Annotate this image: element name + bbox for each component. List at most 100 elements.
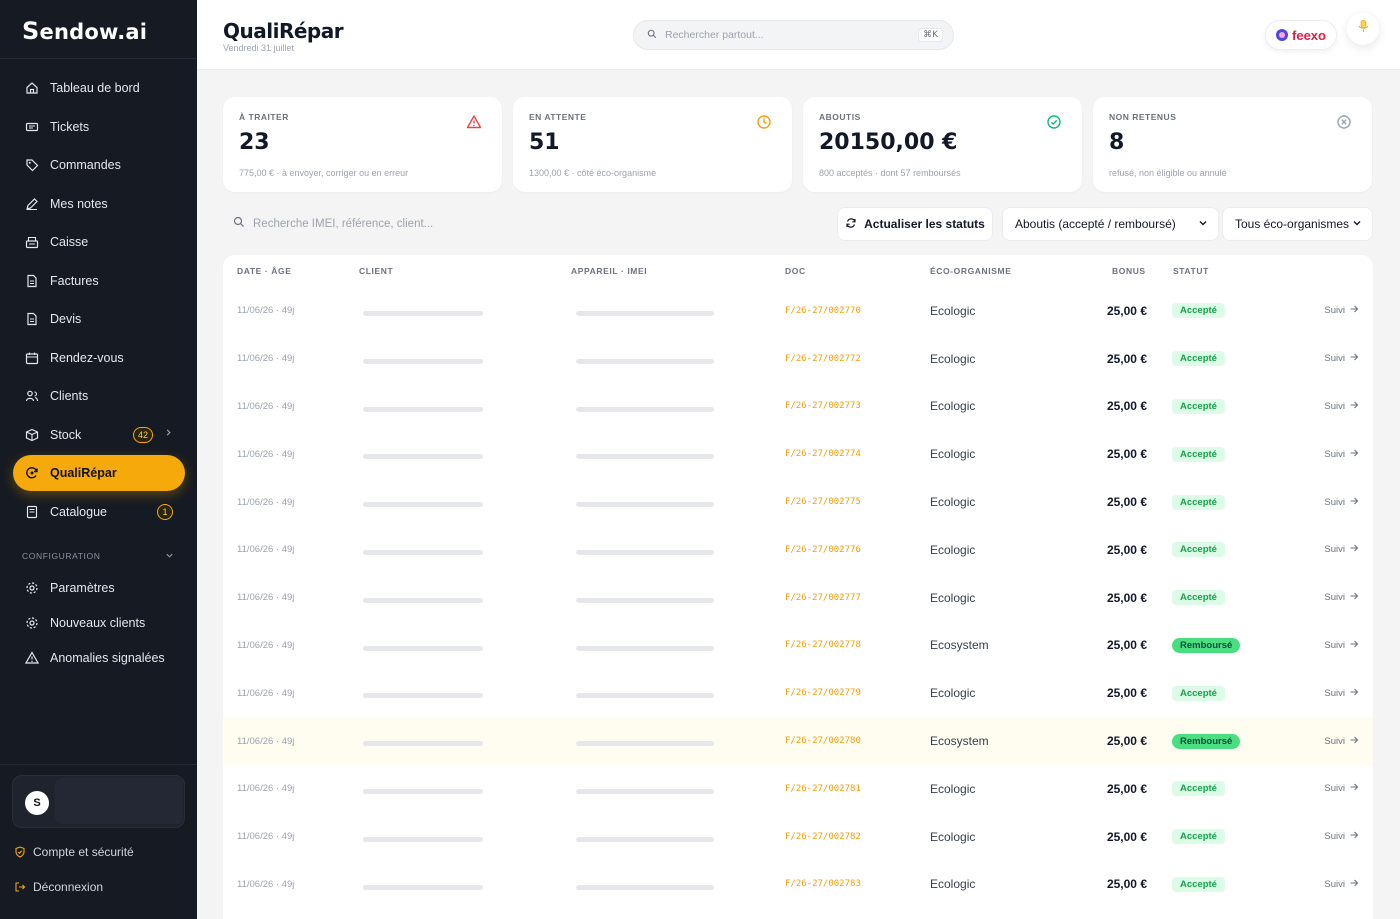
sidebar-item-qualirepar[interactable]: QualiRépar [13,455,185,491]
follow-link[interactable]: Suivi [1324,383,1359,431]
follow-link[interactable]: Suivi [1324,478,1359,526]
sidebar-item-tableau-de-bord[interactable]: Tableau de bord [13,70,185,106]
stat-card-aboutis: ABOUTIS 20150,00 € 800 acceptés · dont 57 … [803,97,1082,192]
table-row[interactable]: 11/06/26 · 49j F/26-27/002779 Ecologic 25,0… [223,669,1373,717]
table-row[interactable]: 11/06/26 · 49j F/26-27/002773 Ecologic 25,0… [223,383,1373,431]
arrow-right-icon [1345,400,1359,413]
logout-link[interactable]: Déconnexion [14,880,103,894]
col-eco-organism[interactable]: ÉCO-ORGANISME [930,266,1011,276]
user-card[interactable]: S [12,775,185,828]
table-row[interactable]: 11/06/26 · 49j F/26-27/002782 Ecologic 25,0… [223,813,1373,861]
row-eco-organism: Ecologic [930,877,976,892]
row-bonus: 25,00 € [1106,399,1147,414]
user-info-redacted [55,778,183,824]
sidebar-item-commandes[interactable]: Commandes [13,147,185,183]
config-section-header[interactable]: CONFIGURATION [22,551,174,562]
row-doc-link[interactable]: F/26-27/002783 [785,861,861,909]
row-doc-link[interactable]: F/26-27/002779 [785,669,861,717]
x-circle-icon [1336,114,1352,130]
table-search[interactable] [223,207,480,241]
table-search-input[interactable] [253,218,473,230]
count-badge: 42 [132,426,153,443]
follow-link[interactable]: Suivi [1324,526,1359,574]
sidebar-item-stock[interactable]: Stock 42 [13,417,185,453]
sidebar-item-label: Rendez-vous [50,350,124,365]
stat-label: NON RETENUS [1109,112,1177,122]
arrow-right-icon [1345,687,1359,700]
table-row[interactable]: 11/06/26 · 49j F/26-27/002781 Ecologic 25,0… [223,765,1373,813]
table-row[interactable]: 11/06/26 · 49j F/26-27/002783 Ecologic 25,0… [223,861,1373,909]
avatar[interactable]: S [25,791,49,815]
sidebar-item-devis[interactable]: Devis [13,301,185,337]
sidebar-item-label: Caisse [50,235,89,249]
arrow-right-icon [1345,304,1359,317]
table-row[interactable]: 11/06/26 · 49j F/26-27/002776 Ecologic 25,0… [223,526,1373,574]
table-row[interactable]: 11/06/26 · 49j F/26-27/002780 Ecosystem 25,… [223,717,1373,765]
col-doc[interactable]: DOC [785,266,806,276]
global-search[interactable]: ⌘K [633,20,954,50]
app-logo[interactable]: Sendow.ai [22,17,147,45]
col-client[interactable]: CLIENT [359,266,393,276]
stat-subtext: refusé, non éligible ou annulé [1109,168,1227,178]
follow-link[interactable]: Suivi [1324,813,1359,861]
follow-link[interactable]: Suivi [1324,335,1359,383]
follow-link[interactable]: Suivi [1324,574,1359,622]
sidebar-item-caisse[interactable]: Caisse [13,224,185,260]
follow-link[interactable]: Suivi [1324,287,1359,335]
follow-link[interactable]: Suivi [1324,717,1359,765]
row-doc-link[interactable]: F/26-27/002776 [785,526,861,574]
follow-link[interactable]: Suivi [1324,765,1359,813]
follow-link[interactable]: Suivi [1324,622,1359,670]
sidebar-item-rendez-vous[interactable]: Rendez-vous [13,340,185,376]
sidebar-item-catalogue[interactable]: Catalogue 1 [13,494,185,530]
sidebar-item-mes-notes[interactable]: Mes notes [13,186,185,222]
col-status[interactable]: STATUT [1173,266,1209,276]
sidebar-item-clients[interactable]: Clients [13,378,185,414]
row-doc-link[interactable]: F/26-27/002775 [785,478,861,526]
table-row[interactable]: 11/06/26 · 49j F/26-27/002777 Ecologic 25,0… [223,574,1373,622]
row-status: Accepté [1172,287,1225,335]
refresh-statuses-button[interactable]: Actualiser les statuts [837,207,993,241]
feexo-button[interactable]: feexo [1265,20,1337,50]
row-doc-link[interactable]: F/26-27/002777 [785,574,861,622]
sidebar: Sendow.ai Tableau de bord Tickets Commande… [0,0,197,919]
sidebar-item-label: Tableau de bord [50,81,140,95]
microphone-button[interactable] [1347,13,1379,45]
row-doc-link[interactable]: F/26-27/002780 [785,717,861,765]
row-doc-link[interactable]: F/26-27/002781 [785,765,861,813]
col-bonus[interactable]: BONUS [1112,266,1146,276]
global-search-input[interactable] [665,29,919,41]
account-security-link[interactable]: Compte et sécurité [14,845,134,859]
stat-label: EN ATTENTE [529,112,587,122]
col-date[interactable]: DATE · ÂGE [237,266,291,276]
row-doc-link[interactable]: F/26-27/002778 [785,622,861,670]
row-bonus: 25,00 € [1106,447,1147,462]
device-placeholder [576,311,714,316]
table-row[interactable]: 11/06/26 · 49j F/26-27/002774 Ecologic 25,0… [223,430,1373,478]
sidebar-item-tickets[interactable]: Tickets [13,109,185,145]
sidebar-item-anomalies-signalees[interactable]: Anomalies signalées [13,641,185,674]
table-row[interactable]: 11/06/26 · 49j F/26-27/002770 Ecologic 25,0… [223,287,1373,335]
stat-card-a-traiter: À TRAITER 23 775,00 € · à envoyer, corrige… [223,97,502,192]
logo-text: endow.ai [39,20,148,44]
eco-organism-filter-select[interactable]: Tous éco-organismes [1222,207,1373,241]
search-icon [647,26,657,44]
follow-link[interactable]: Suivi [1324,430,1359,478]
sidebar-item-nouveaux-clients[interactable]: Nouveaux clients [13,606,185,639]
row-doc-link[interactable]: F/26-27/002770 [785,287,861,335]
sidebar-item-parametres[interactable]: Paramètres [13,571,185,604]
row-doc-link[interactable]: F/26-27/002772 [785,335,861,383]
table-row[interactable]: 11/06/26 · 49j F/26-27/002775 Ecologic 25,0… [223,478,1373,526]
table-row[interactable]: 11/06/26 · 49j F/26-27/002778 Ecosystem 25,… [223,622,1373,670]
row-doc-link[interactable]: F/26-27/002782 [785,813,861,861]
row-doc-link[interactable]: F/26-27/002774 [785,430,861,478]
status-badge: Accepté [1172,685,1225,701]
sidebar-item-factures[interactable]: Factures [13,263,185,299]
client-placeholder [363,406,483,412]
follow-link[interactable]: Suivi [1324,861,1359,909]
status-filter-select[interactable]: Aboutis (accepté / remboursé) [1002,207,1219,241]
col-device[interactable]: APPAREIL · IMEI [571,266,647,276]
table-row[interactable]: 11/06/26 · 49j F/26-27/002772 Ecologic 25,0… [223,335,1373,383]
row-doc-link[interactable]: F/26-27/002773 [785,383,861,431]
follow-link[interactable]: Suivi [1324,669,1359,717]
